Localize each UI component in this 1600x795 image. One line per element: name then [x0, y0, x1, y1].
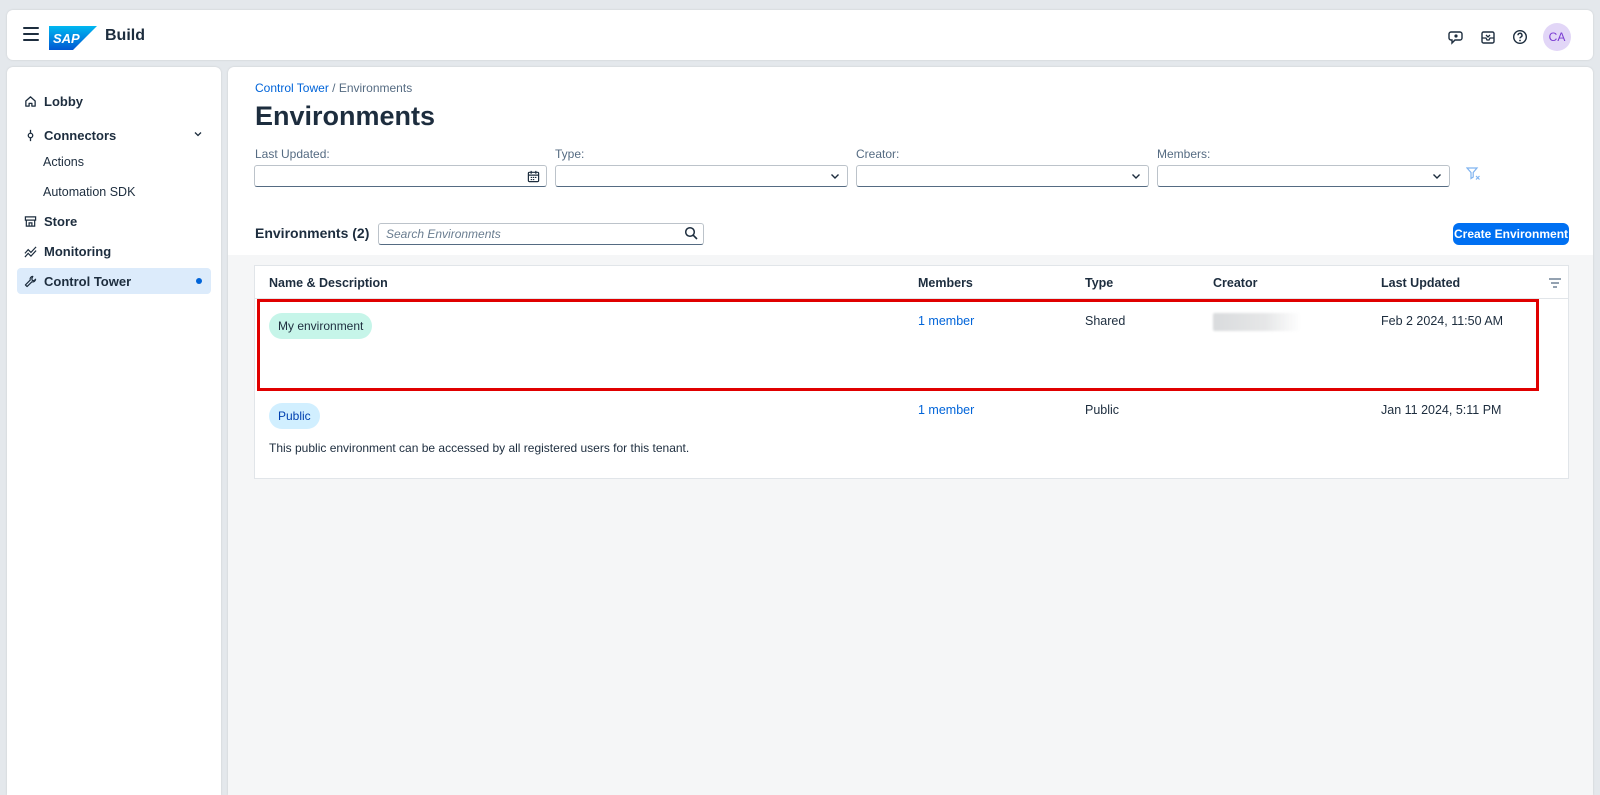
filter-label-type: Type: — [555, 147, 585, 161]
help-icon[interactable] — [1509, 26, 1531, 48]
environment-name-tag[interactable]: My environment — [269, 313, 373, 339]
column-header-members[interactable]: Members — [918, 276, 973, 290]
table-row[interactable]: Public This public environment can be ac… — [255, 391, 1568, 479]
sidebar-item-store[interactable]: Store — [17, 208, 211, 234]
environment-description: This public environment can be accessed … — [269, 441, 690, 455]
sidebar-item-actions[interactable]: Actions — [43, 152, 84, 172]
environments-table: Name & Description Members Type Creator … — [254, 265, 1569, 479]
filter-label-creator: Creator: — [856, 147, 900, 161]
sidebar-item-control-tower[interactable]: Control Tower — [17, 268, 211, 294]
members-link[interactable]: 1 member — [918, 314, 974, 328]
environment-type: Shared — [1085, 314, 1126, 328]
shell-bar: SAP Build CA — [7, 10, 1593, 60]
menu-icon[interactable] — [23, 27, 39, 41]
clear-filters-icon[interactable] — [1466, 167, 1482, 181]
sidebar-item-connectors[interactable]: Connectors — [17, 122, 211, 148]
table-row[interactable]: My environment 1 member Shared Feb 2 202… — [255, 299, 1568, 391]
svg-text:SAP: SAP — [53, 31, 80, 46]
calendar-icon[interactable] — [527, 170, 540, 183]
inbox-icon[interactable] — [1477, 26, 1499, 48]
sidebar-item-lobby[interactable]: Lobby — [17, 88, 211, 114]
side-navigation: Lobby Connectors Actions Automation SDK … — [7, 67, 221, 795]
search-input[interactable] — [378, 223, 704, 245]
chevron-down-icon — [1433, 174, 1441, 179]
sap-logo: SAP — [49, 26, 97, 50]
main-content: Control Tower / Environments Environment… — [228, 67, 1593, 795]
sidebar-item-label: Monitoring — [44, 243, 112, 259]
filter-label-last-updated: Last Updated: — [255, 147, 330, 161]
home-icon — [23, 94, 37, 108]
chevron-down-icon — [831, 174, 839, 179]
create-environment-button[interactable]: Create Environment — [1453, 223, 1569, 245]
wrench-icon — [23, 274, 37, 288]
connector-icon — [23, 128, 37, 142]
sidebar-item-monitoring[interactable]: Monitoring — [17, 238, 211, 264]
last-updated-value: Feb 2 2024, 11:50 AM — [1381, 314, 1504, 328]
sidebar-item-label: Control Tower — [44, 273, 132, 289]
store-icon — [23, 214, 37, 228]
monitoring-icon — [23, 244, 37, 258]
environments-count-title: Environments (2) — [255, 225, 370, 241]
column-header-name[interactable]: Name & Description — [269, 276, 388, 290]
last-updated-value: Jan 11 2024, 5:11 PM — [1381, 403, 1502, 417]
chevron-down-icon — [1132, 174, 1140, 179]
creator-select[interactable] — [856, 165, 1149, 187]
environment-name-tag[interactable]: Public — [269, 403, 320, 429]
column-header-last-updated[interactable]: Last Updated — [1381, 276, 1460, 290]
search-icon[interactable] — [684, 226, 698, 245]
breadcrumb: Control Tower / Environments — [255, 81, 412, 95]
type-select[interactable] — [555, 165, 848, 187]
user-avatar[interactable]: CA — [1543, 23, 1571, 51]
page-title: Environments — [255, 101, 436, 131]
sidebar-item-automation-sdk[interactable]: Automation SDK — [43, 182, 135, 202]
product-name: Build — [105, 27, 145, 44]
breadcrumb-current: Environments — [338, 81, 413, 95]
last-updated-date-picker[interactable] — [254, 165, 547, 187]
column-header-type[interactable]: Type — [1085, 276, 1113, 290]
copilot-icon[interactable] — [1445, 26, 1467, 48]
environment-type: Public — [1085, 403, 1120, 417]
filter-label-members: Members: — [1157, 147, 1211, 161]
sidebar-item-label: Connectors — [44, 127, 117, 143]
sidebar-item-label: Lobby — [44, 93, 83, 109]
sidebar-item-label: Store — [44, 213, 78, 229]
sort-icon[interactable] — [1548, 278, 1562, 288]
breadcrumb-link-control-tower[interactable]: Control Tower — [255, 81, 329, 95]
column-header-creator[interactable]: Creator — [1213, 276, 1257, 290]
members-link[interactable]: 1 member — [918, 403, 974, 417]
active-indicator — [196, 278, 202, 284]
members-select[interactable] — [1157, 165, 1450, 187]
breadcrumb-separator: / — [328, 81, 339, 95]
chevron-down-icon[interactable] — [193, 129, 203, 139]
creator-redacted — [1213, 313, 1301, 331]
